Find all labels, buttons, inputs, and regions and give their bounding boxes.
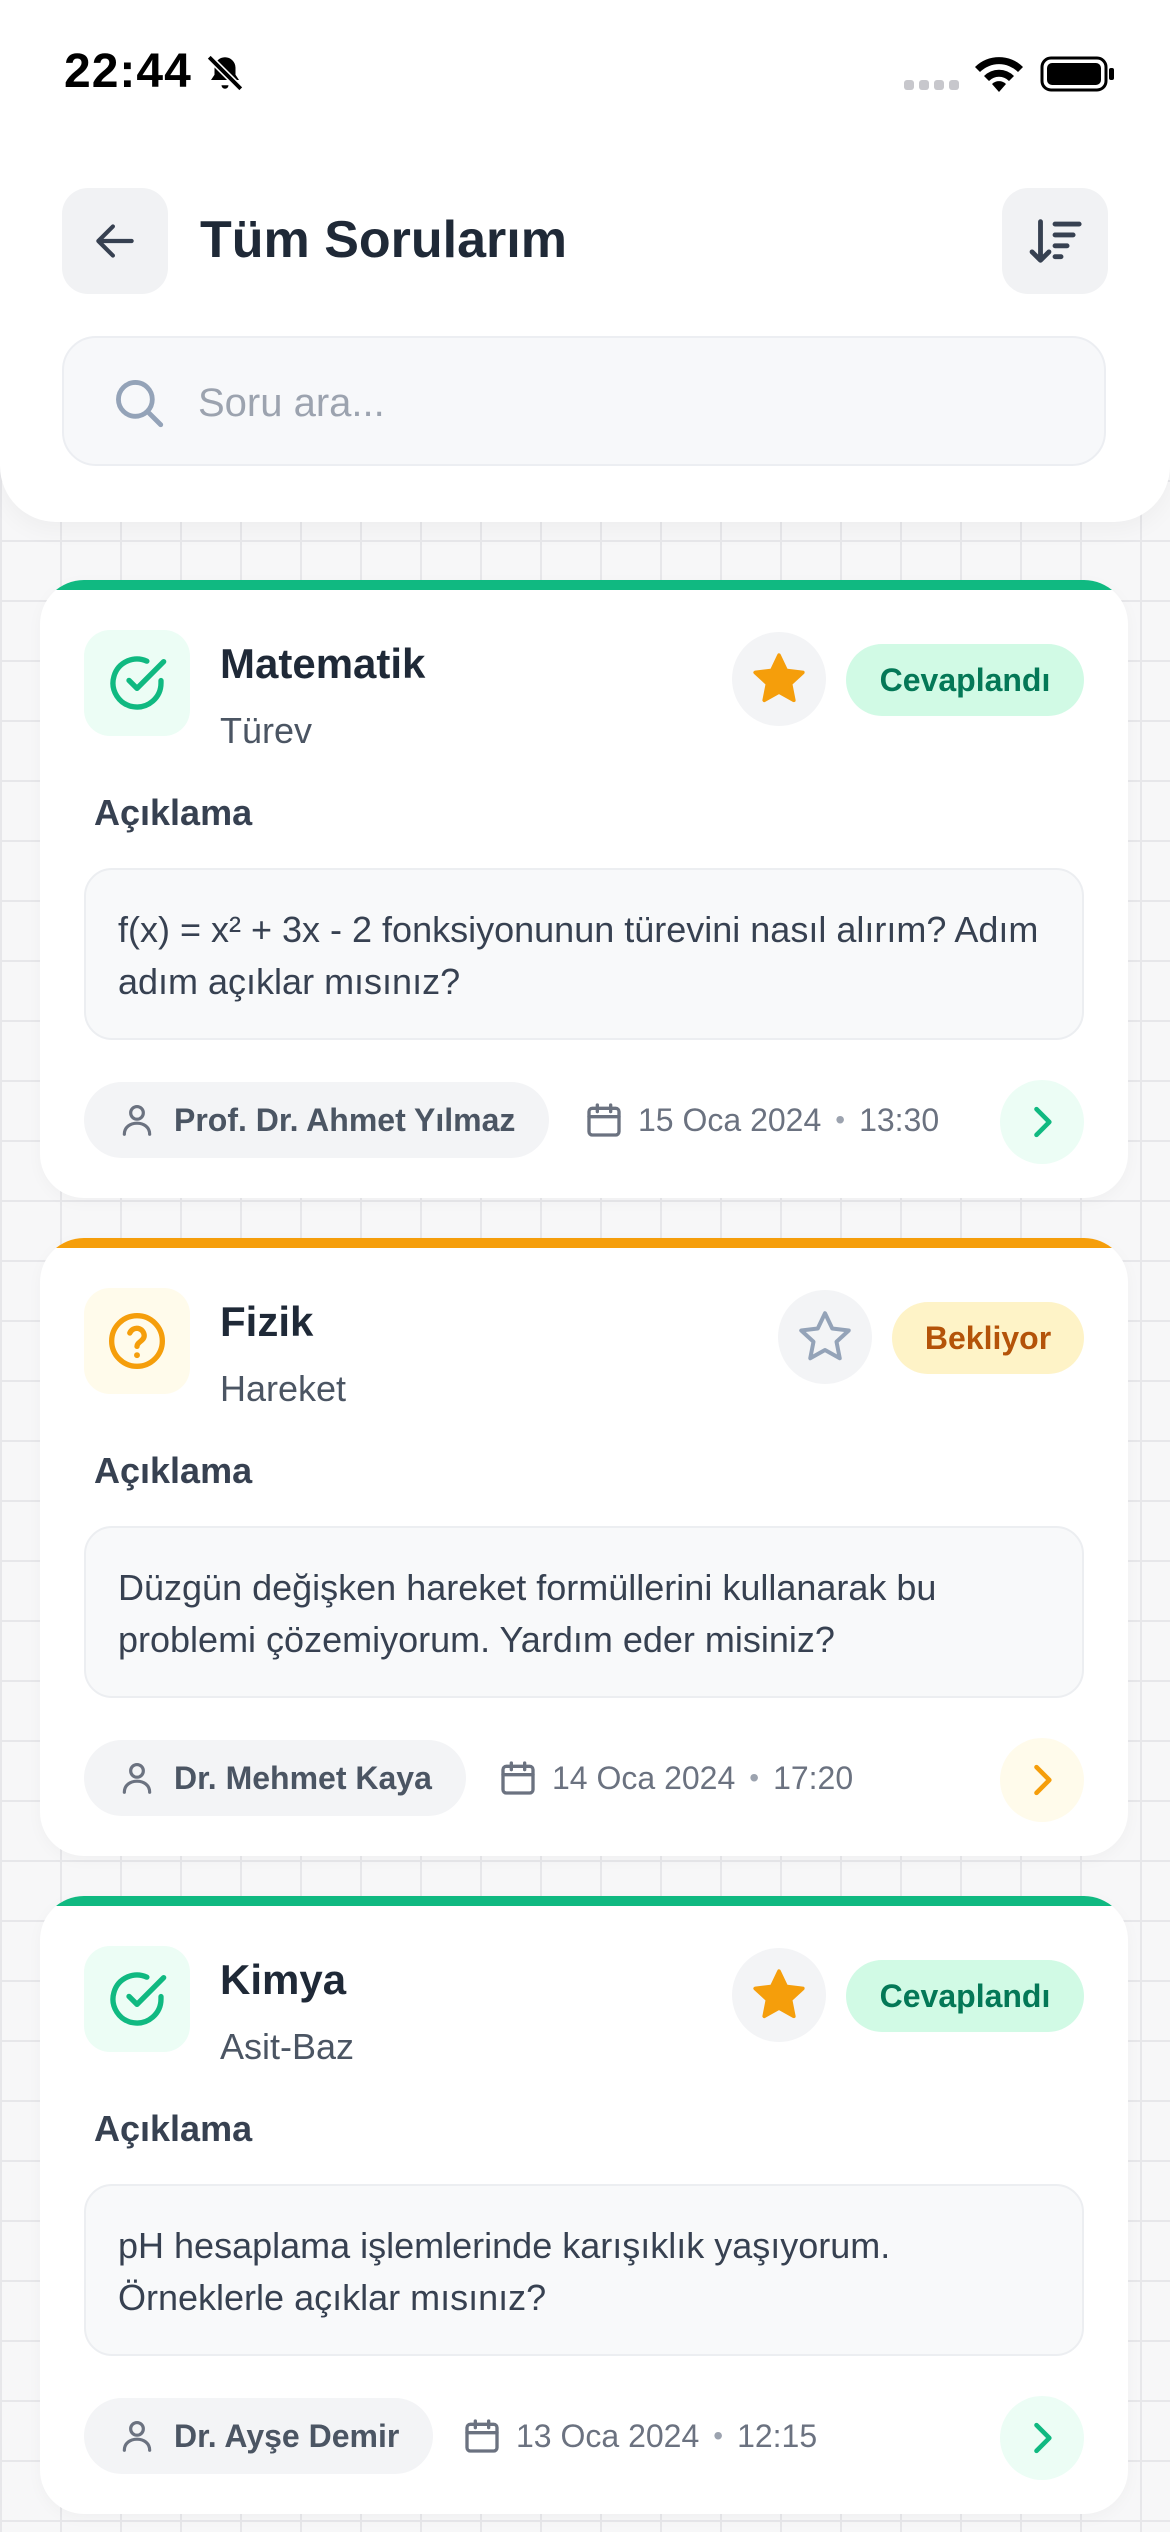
date-text: 13 Oca 2024 — [516, 2417, 700, 2454]
calendar-icon — [501, 1761, 535, 1795]
open-question-button[interactable] — [1000, 1080, 1084, 1164]
search-bar[interactable] — [62, 336, 1106, 466]
separator-dot: • — [835, 1104, 846, 1135]
status-icon-box — [84, 1288, 190, 1394]
description-label: Açıklama — [94, 2108, 253, 2149]
time-text: 13:30 — [859, 1101, 940, 1138]
question-date: 13 Oca 2024 • 12:15 — [462, 2408, 817, 2464]
status-time: 22:44 — [64, 45, 192, 98]
question-subject: Fizik — [220, 1298, 314, 1345]
question-date: 14 Oca 2024 • 17:20 — [498, 1750, 853, 1806]
user-icon — [122, 2420, 152, 2452]
question-topic: Türev — [220, 710, 313, 751]
status-badge: Cevaplandı — [846, 1960, 1084, 2032]
teacher-name: Prof. Dr. Ahmet Yılmaz — [174, 1101, 516, 1138]
arrow-left-icon — [96, 224, 134, 258]
status-badge: Bekliyor — [892, 1302, 1084, 1374]
question-date: 15 Oca 2024 • 13:30 — [584, 1092, 939, 1148]
open-question-button[interactable] — [1000, 2396, 1084, 2480]
description-label: Açıklama — [94, 792, 253, 833]
user-icon — [122, 1762, 152, 1794]
chevron-right-icon — [1034, 2422, 1052, 2454]
question-card[interactable]: Kimya Asit-Baz Cevaplandı Açıklama pH he… — [40, 1896, 1128, 2514]
sort-descending-icon — [1029, 219, 1082, 263]
question-circle-icon — [109, 1313, 165, 1369]
teacher-name: Dr. Ayşe Demir — [174, 2417, 400, 2454]
battery-icon — [1040, 56, 1114, 92]
chevron-right-icon — [1034, 1106, 1052, 1138]
teacher-pill: Dr. Ayşe Demir — [84, 2398, 434, 2474]
back-button[interactable] — [62, 188, 168, 294]
open-question-button[interactable] — [1000, 1738, 1084, 1822]
description-label: Açıklama — [94, 1450, 253, 1491]
status-bar: 22:44 — [0, 0, 1170, 150]
calendar-icon — [587, 1103, 621, 1137]
chevron-right-icon — [1034, 1764, 1052, 1796]
search-input[interactable] — [198, 368, 1058, 438]
status-badge: Cevaplandı — [846, 644, 1084, 716]
separator-dot: • — [749, 1762, 760, 1793]
question-card[interactable]: Fizik Hareket Bekliyor Açıklama Düzgün d… — [40, 1238, 1128, 1856]
question-description: f(x) = x² + 3x - 2 fonksiyonunun türevin… — [84, 868, 1084, 1040]
time-text: 17:20 — [773, 1759, 854, 1796]
time-text: 12:15 — [737, 2417, 818, 2454]
question-topic: Asit-Baz — [220, 2026, 355, 2067]
teacher-pill: Dr. Mehmet Kaya — [84, 1740, 466, 1816]
date-text: 15 Oca 2024 — [638, 1101, 822, 1138]
teacher-pill: Prof. Dr. Ahmet Yılmaz — [84, 1082, 550, 1158]
favorite-button[interactable] — [732, 632, 826, 726]
wifi-icon — [975, 57, 1023, 92]
status-icon-box — [84, 630, 190, 736]
check-circle-icon — [110, 1972, 167, 2026]
star-icon — [799, 1311, 851, 1361]
header: 22:44 Tüm Sorularım — [0, 0, 1170, 522]
question-description: Düzgün değişken hareket formüllerini kul… — [84, 1526, 1084, 1698]
star-icon — [753, 653, 805, 703]
page-title: Tüm Sorularım — [200, 211, 567, 269]
status-accent-bar — [40, 1896, 1128, 1906]
favorite-button[interactable] — [732, 1948, 826, 2042]
status-icon-box — [84, 1946, 190, 2052]
question-subject: Kimya — [220, 1956, 347, 2003]
question-subject: Matematik — [220, 640, 426, 687]
separator-dot: • — [713, 2420, 724, 2451]
status-accent-bar — [40, 580, 1128, 590]
teacher-name: Dr. Mehmet Kaya — [174, 1759, 432, 1796]
bell-muted-icon — [206, 54, 244, 92]
question-card[interactable]: Matematik Türev Cevaplandı Açıklama f(x)… — [40, 580, 1128, 1198]
status-accent-bar — [40, 1238, 1128, 1248]
sort-button[interactable] — [1002, 188, 1108, 294]
calendar-icon — [465, 2419, 499, 2453]
user-icon — [122, 1104, 152, 1136]
question-topic: Hareket — [220, 1368, 347, 1409]
search-icon — [116, 380, 164, 428]
cellular-signal-icon — [904, 80, 959, 90]
favorite-button[interactable] — [778, 1290, 872, 1384]
date-text: 14 Oca 2024 — [552, 1759, 736, 1796]
star-icon — [753, 1969, 805, 2019]
check-circle-icon — [110, 656, 167, 710]
question-description: pH hesaplama işlemlerinde karışıklık yaş… — [84, 2184, 1084, 2356]
